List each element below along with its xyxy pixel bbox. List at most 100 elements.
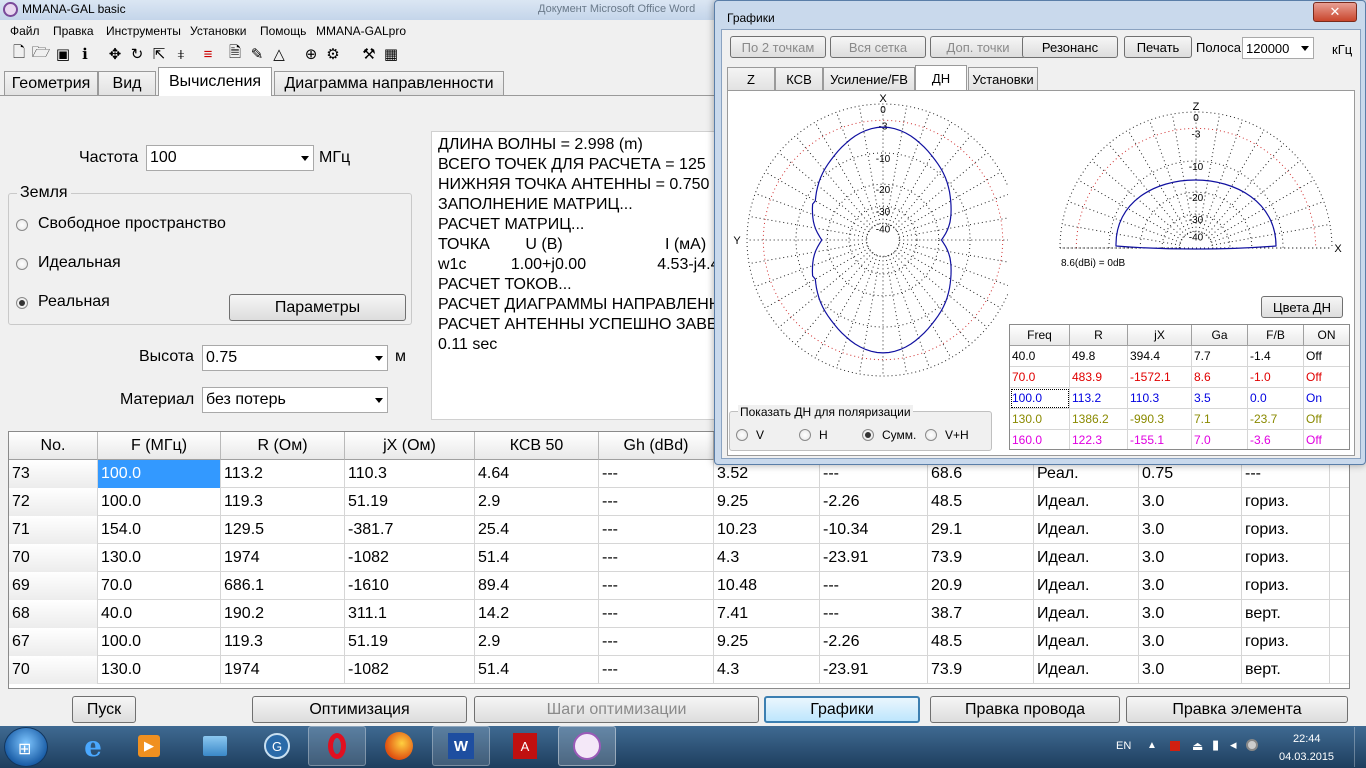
run-button[interactable]: Пуск: [72, 696, 136, 723]
edit-wire-button[interactable]: Правка провода: [930, 696, 1120, 723]
show-desktop-button[interactable]: [1354, 727, 1366, 767]
close-window-button[interactable]: ✕: [1313, 2, 1357, 22]
ground-radio-ideal[interactable]: [16, 258, 28, 270]
polarization-radio-vh[interactable]: [925, 429, 937, 441]
table-row[interactable]: 71 154.0 129.5 -381.7 25.4 --- 10.23 -10.34 29.1…: [9, 516, 1349, 544]
hammer-icon[interactable]: ⚒: [360, 45, 378, 63]
polarization-radio-v[interactable]: [736, 429, 748, 441]
taskbar-files-icon[interactable]: [186, 726, 244, 766]
new-file-icon[interactable]: 🗋: [10, 44, 28, 63]
menu-settings[interactable]: Установки: [190, 24, 246, 38]
optimization-button[interactable]: Оптимизация: [252, 696, 467, 723]
material-select[interactable]: без потерь: [202, 387, 388, 413]
polarization-radio-h[interactable]: [799, 429, 811, 441]
taskbar-support-icon[interactable]: G: [248, 726, 306, 766]
move-icon[interactable]: ✥: [106, 45, 124, 63]
menu-help[interactable]: Помощь: [260, 24, 306, 38]
height-input[interactable]: 0.75: [202, 345, 388, 371]
two-points-button[interactable]: По 2 точкам: [730, 36, 826, 58]
calculation-log[interactable]: ДЛИНА ВОЛНЫ = 2.998 (m) ВСЕГО ТОЧЕК ДЛЯ …: [431, 131, 723, 420]
tray-flag-icon[interactable]: [1170, 741, 1180, 751]
menu-pro[interactable]: MMANA-GALpro: [316, 24, 406, 38]
tab-calculation[interactable]: Вычисления: [158, 67, 272, 96]
table-row[interactable]: 72 100.0 119.3 51.19 2.9 --- 9.25 -2.26 48.5 Идеа…: [9, 488, 1349, 516]
sweep-column-header[interactable]: Freq: [1010, 325, 1070, 346]
taskbar-word-icon[interactable]: W: [432, 726, 490, 766]
sweep-column-header[interactable]: F/B: [1248, 325, 1304, 346]
taskbar-mmana-icon[interactable]: [558, 726, 616, 766]
tab-geometry[interactable]: Геометрия: [4, 71, 98, 95]
table-row[interactable]: 67 100.0 119.3 51.19 2.9 --- 9.25 -2.26 48.5 Идеа…: [9, 628, 1349, 656]
document-icon[interactable]: 🗎: [226, 44, 244, 63]
frequency-input[interactable]: 100: [146, 145, 314, 171]
ground-radio-real[interactable]: [16, 297, 28, 309]
sweep-result-row[interactable]: 70.0 483.9 -1572.1 8.6 -1.0 Off: [1010, 367, 1349, 388]
sweep-column-header[interactable]: R: [1070, 325, 1128, 346]
input-language[interactable]: EN: [1116, 740, 1131, 752]
band-select[interactable]: 120000: [1242, 37, 1314, 59]
tray-usb-icon[interactable]: ⏏: [1192, 739, 1203, 753]
sweep-results-table[interactable]: Freq RjX Ga F/B ON 40.0 49.8 394.4 7.7 -1.4 Off 70.…: [1009, 324, 1350, 450]
table-row[interactable]: 68 40.0 190.2 311.1 14.2 --- 7.41 --- 38.7 Идеал.…: [9, 600, 1349, 628]
info-icon[interactable]: ℹ: [76, 45, 94, 63]
tab-setup[interactable]: Установки: [968, 67, 1038, 90]
optimization-steps-button[interactable]: Шаги оптимизации: [474, 696, 759, 723]
menu-edit[interactable]: Правка: [53, 24, 94, 38]
taskbar-opera-icon[interactable]: [308, 726, 366, 766]
tab-impedance[interactable]: Z: [727, 67, 775, 90]
column-header[interactable]: jX (Ом): [345, 432, 475, 460]
edit-element-button[interactable]: Правка элемента: [1126, 696, 1348, 723]
sweep-column-header[interactable]: ON: [1304, 325, 1349, 346]
menu-tools[interactable]: Инструменты: [106, 24, 181, 38]
tab-gain-fb[interactable]: Усиление/FB: [823, 67, 915, 90]
graphs-button[interactable]: Графики: [764, 696, 920, 723]
table-row[interactable]: 70 130.0 1974 -1082 51.4 --- 4.3 -23.91 73.9 Идеа…: [9, 544, 1349, 572]
edit-icon[interactable]: ✎: [248, 45, 266, 63]
target-icon[interactable]: ⊕: [302, 45, 320, 63]
taskbar-media-icon[interactable]: ▶: [120, 726, 178, 766]
tab-radiation-pattern[interactable]: Диаграмма направленности: [274, 71, 504, 95]
sweep-result-row[interactable]: 40.0 49.8 394.4 7.7 -1.4 Off: [1010, 346, 1349, 367]
start-button[interactable]: ⊞: [4, 727, 48, 767]
resonance-button[interactable]: Резонанс: [1022, 36, 1118, 58]
clock-date[interactable]: 04.03.2015: [1279, 751, 1334, 763]
taskbar-pdf-icon[interactable]: A: [496, 726, 554, 766]
pattern-colors-button[interactable]: Цвета ДН: [1261, 296, 1343, 318]
tray-speaker-icon[interactable]: [1246, 739, 1258, 751]
sweep-result-row[interactable]: 160.0 122.3 -155.1 7.0 -3.6 Off: [1010, 430, 1349, 449]
triangle-icon[interactable]: △: [270, 45, 288, 63]
clock-time[interactable]: 22:44: [1293, 733, 1321, 745]
tab-view[interactable]: Вид: [98, 71, 156, 95]
sweep-column-header[interactable]: Ga: [1192, 325, 1248, 346]
sheet-icon[interactable]: ≡: [199, 45, 217, 63]
table-row[interactable]: 69 70.0 686.1 -1610 89.4 --- 10.48 --- 20.9 Идеал…: [9, 572, 1349, 600]
column-header[interactable]: R (Ом): [221, 432, 345, 460]
full-grid-button[interactable]: Вся сетка: [830, 36, 926, 58]
column-header[interactable]: No.: [9, 432, 98, 460]
column-header[interactable]: F (МГц): [98, 432, 221, 460]
sweep-result-row[interactable]: 130.0 1386.2 -990.3 7.1 -23.7 Off: [1010, 409, 1349, 430]
tray-expand-icon[interactable]: ▲: [1147, 740, 1157, 751]
taskbar-ie-icon[interactable]: e: [64, 726, 122, 766]
polarization-radio-sum[interactable]: [862, 429, 874, 441]
column-header[interactable]: Gh (dBd): [599, 432, 714, 460]
tray-network-icon[interactable]: ▮: [1212, 737, 1219, 753]
tab-pattern[interactable]: ДН: [915, 65, 967, 90]
save-icon[interactable]: ▣: [54, 45, 72, 63]
ground-radio-free-space[interactable]: [16, 219, 28, 231]
sweep-result-row[interactable]: 100.0 113.2 110.3 3.5 0.0 On: [1010, 388, 1349, 409]
calculator-icon[interactable]: ▦: [382, 45, 400, 63]
parameters-button[interactable]: Параметры: [229, 294, 406, 321]
results-table[interactable]: No. F (МГц) R (Ом) jX (Ом) КСВ 50 Gh (dBd) 73…: [8, 431, 1350, 689]
column-header[interactable]: КСВ 50: [475, 432, 599, 460]
sweep-column-header[interactable]: jX: [1128, 325, 1192, 346]
extra-points-button[interactable]: Доп. точки: [930, 36, 1026, 58]
tray-volume-icon[interactable]: ◂: [1230, 737, 1237, 753]
scale-icon[interactable]: ⇱: [150, 45, 168, 63]
menu-file[interactable]: Файл: [10, 24, 40, 38]
settings-gear-icon[interactable]: ⚙: [324, 45, 342, 63]
rotate-icon[interactable]: ↻: [128, 45, 146, 63]
taskbar-firefox-icon[interactable]: [370, 726, 428, 766]
wire-tool-icon[interactable]: ⧧: [172, 45, 190, 63]
open-folder-icon[interactable]: 🗁: [32, 44, 51, 63]
